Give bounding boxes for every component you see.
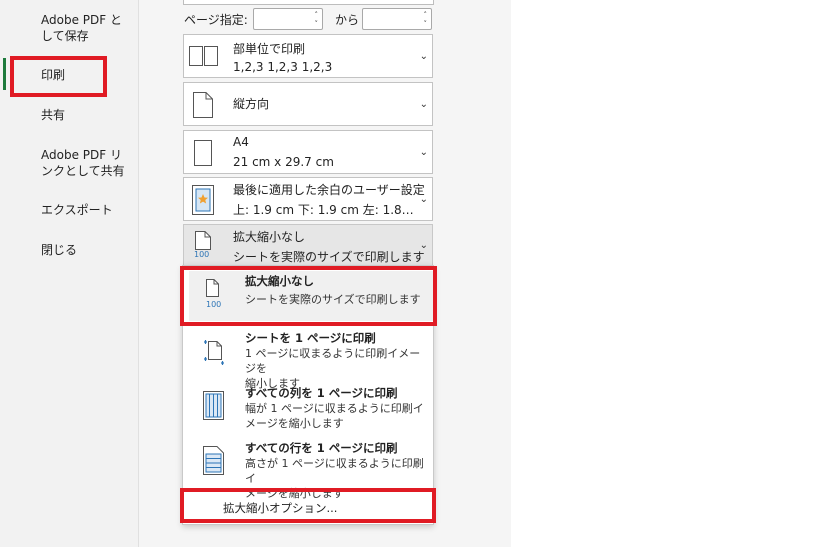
spin-up-icon[interactable]: ˄ (315, 12, 319, 19)
chevron-down-icon: ⌄ (419, 51, 428, 62)
menu-icon-number: 100 (206, 300, 222, 309)
fit-columns-icon (203, 391, 224, 420)
spin-down-icon[interactable]: ˅ (315, 21, 319, 28)
nav-print[interactable]: 印刷 (41, 67, 65, 83)
collate-detail: 1,2,3 1,2,3 1,2,3 (233, 60, 333, 74)
menu-item-fit-sheet[interactable]: シートを 1 ページに印刷 1 ページに収まるように印刷イメージを 縮小します (183, 326, 433, 390)
scaling-menu: 100 拡大縮小なし シートを実際のサイズで印刷します シートを 1 ページに印… (182, 265, 434, 525)
scaling-options-label: 拡大縮小オプション... (223, 501, 338, 515)
pages-from-input[interactable]: ˄ ˅ (253, 8, 323, 30)
sidebar-divider (138, 0, 139, 547)
no-scaling-icon (206, 279, 219, 297)
scaling-dropdown[interactable]: 100 拡大縮小なし シートを実際のサイズで印刷します ⌄ (183, 224, 433, 267)
paper-size-dropdown[interactable]: A4 21 cm x 29.7 cm ⌄ (183, 130, 433, 174)
spin-down-icon[interactable]: ˅ (424, 21, 428, 28)
collate-icon (189, 46, 218, 66)
collate-dropdown[interactable]: 部単位で印刷 1,2,3 1,2,3 1,2,3 ⌄ (183, 34, 433, 78)
paper-size-title: A4 (233, 135, 249, 149)
scaling-options-link[interactable]: 拡大縮小オプション... (183, 493, 433, 521)
margins-title: 最後に適用した余白のユーザー設定 (233, 183, 425, 197)
margins-dropdown[interactable]: 最後に適用した余白のユーザー設定 上: 1.9 cm 下: 1.9 cm 左: … (183, 177, 433, 221)
orientation-dropdown[interactable]: 縦方向 ⌄ (183, 82, 433, 126)
from-label: から (335, 13, 360, 27)
portrait-page-icon (193, 92, 213, 118)
fit-sheet-icon (204, 340, 224, 365)
menu-item-description: 幅が 1 ページに収まるように印刷イ メージを縮小します (245, 402, 424, 430)
chevron-down-icon: ⌄ (419, 147, 428, 158)
scaling-detail: シートを実際のサイズで印刷します (233, 250, 425, 264)
printer-dropdown-edge (183, 0, 434, 5)
scaling-icon-number: 100 (194, 250, 210, 259)
paper-size-icon (194, 140, 212, 166)
nav-share-adobe-pdf-link[interactable]: Adobe PDF リ ンクとして共有 (41, 147, 125, 179)
menu-item-fit-columns[interactable]: すべての列を 1 ページに印刷 幅が 1 ページに収まるように印刷イ メージを縮… (183, 381, 433, 433)
nav-close[interactable]: 閉じる (41, 242, 77, 258)
fit-rows-icon (203, 446, 224, 475)
chevron-down-icon: ⌄ (419, 240, 428, 251)
scaling-title: 拡大縮小なし (233, 230, 306, 244)
print-preview-area (511, 0, 830, 547)
margins-detail: 上: 1.9 cm 下: 1.9 cm 左: 1.8… (233, 203, 414, 217)
custom-margins-icon (192, 185, 214, 215)
menu-item-description: シートを実際のサイズで印刷します (245, 293, 421, 306)
menu-item-title: シートを 1 ページに印刷 (245, 331, 376, 345)
spin-up-icon[interactable]: ˄ (424, 12, 428, 19)
menu-item-no-scaling[interactable]: 100 拡大縮小なし シートを実際のサイズで印刷します (183, 269, 433, 324)
nav-save-as-adobe-pdf[interactable]: Adobe PDF と して保存 (41, 12, 122, 44)
menu-item-title: 拡大縮小なし (245, 274, 314, 288)
paper-size-detail: 21 cm x 29.7 cm (233, 155, 334, 169)
menu-item-fit-rows[interactable]: すべての行を 1 ページに印刷 高さが 1 ページに収まるように印刷イ メージを… (183, 436, 433, 500)
chevron-down-icon: ⌄ (419, 194, 428, 205)
nav-selected-indicator (3, 58, 6, 90)
menu-item-title: すべての列を 1 ページに印刷 (245, 386, 398, 400)
nav-share[interactable]: 共有 (41, 107, 65, 123)
collate-title: 部単位で印刷 (233, 42, 306, 56)
pages-to-input[interactable]: ˄ ˅ (362, 8, 432, 30)
pages-label: ページ指定: (184, 13, 248, 27)
nav-export[interactable]: エクスポート (41, 202, 113, 218)
orientation-label: 縦方向 (233, 97, 270, 111)
backstage-sidebar: Adobe PDF と して保存 印刷 共有 Adobe PDF リ ンクとして… (0, 0, 138, 547)
chevron-down-icon: ⌄ (419, 99, 428, 110)
menu-item-title: すべての行を 1 ページに印刷 (245, 441, 398, 455)
